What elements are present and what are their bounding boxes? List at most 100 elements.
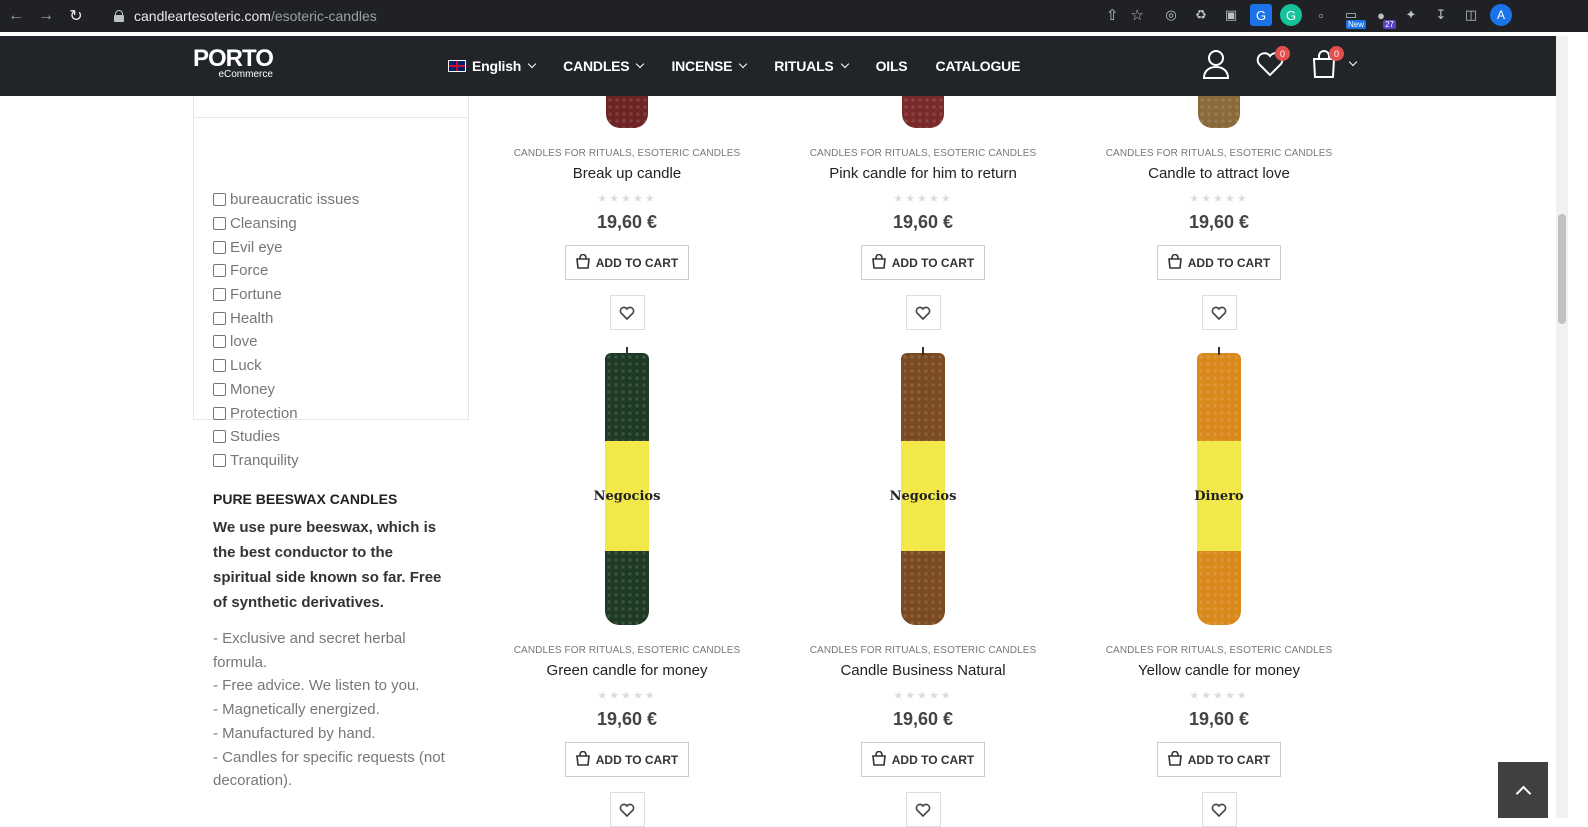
reload-icon[interactable]: ↻ [62, 2, 90, 30]
product-category[interactable]: CANDLES FOR RITUALS, ESOTERIC CANDLES [507, 645, 747, 656]
nav-candles[interactable]: CANDLES [563, 58, 645, 74]
recycle-extension-icon[interactable]: ♻ [1190, 4, 1212, 26]
nav-oils[interactable]: OILS [876, 58, 908, 74]
product-title[interactable]: Break up candle [507, 165, 747, 182]
back-arrow-icon[interactable]: ← [2, 2, 30, 30]
docs-extension-icon[interactable]: ▫ [1310, 4, 1332, 26]
cart-count-badge: 0 [1329, 46, 1344, 61]
filter-checkbox[interactable] [213, 430, 226, 444]
filter-item[interactable]: Protection [213, 401, 359, 425]
cart-bag-icon [871, 253, 886, 272]
filter-item[interactable]: Cleansing [213, 212, 359, 236]
add-to-wishlist-button[interactable] [609, 295, 645, 330]
cart-bag-icon[interactable]: 0 [1308, 46, 1344, 80]
download-icon[interactable]: ↧ [1430, 4, 1452, 26]
scrollbar-thumb[interactable] [1558, 214, 1566, 324]
translate-extension-icon[interactable]: G [1250, 4, 1272, 26]
filter-item[interactable]: Force [213, 259, 359, 283]
nav-catalogue[interactable]: CATALOGUE [935, 58, 1020, 74]
sidepanel-icon[interactable]: ◫ [1460, 4, 1482, 26]
filter-item[interactable]: Money [213, 378, 359, 402]
product-category[interactable]: CANDLES FOR RITUALS, ESOTERIC CANDLES [507, 148, 747, 159]
add-to-cart-button[interactable]: ADD TO CART [860, 245, 986, 280]
add-to-cart-button[interactable]: ADD TO CART [564, 245, 690, 280]
product-image[interactable] [507, 96, 747, 128]
filter-item[interactable]: Luck [213, 354, 359, 378]
chevron-down-icon [840, 59, 849, 69]
add-to-cart-button[interactable]: ADD TO CART [564, 742, 690, 777]
nav-rituals[interactable]: RITUALS [774, 58, 849, 74]
nav-incense-label: INCENSE [671, 58, 733, 74]
filter-checkbox[interactable] [213, 359, 226, 373]
filter-checkbox[interactable] [213, 453, 226, 467]
filter-label: Fortune [230, 286, 282, 304]
add-to-cart-button[interactable]: ADD TO CART [1156, 742, 1282, 777]
lock-icon[interactable] [114, 10, 124, 22]
add-to-wishlist-button[interactable] [1201, 792, 1237, 827]
filter-item[interactable]: love [213, 330, 359, 354]
site-logo[interactable]: PORTO eCommerce [193, 46, 274, 81]
filter-label: Force [230, 262, 269, 280]
product-title[interactable]: Pink candle for him to return [803, 165, 1043, 182]
product-rating: ★★★★★ [893, 193, 953, 205]
add-to-wishlist-button[interactable] [905, 295, 941, 330]
heart-icon [915, 803, 931, 817]
nav-incense[interactable]: INCENSE [671, 58, 748, 74]
filter-checkbox[interactable] [213, 335, 226, 349]
profile-avatar[interactable]: A [1490, 4, 1512, 26]
filter-checkbox[interactable] [213, 406, 226, 420]
product-title[interactable]: Yellow candle for money [1099, 662, 1339, 679]
chevron-down-icon[interactable] [1348, 57, 1358, 67]
filter-checkbox[interactable] [213, 217, 226, 231]
wishlist-heart-icon[interactable]: 0 [1254, 46, 1290, 80]
filter-checkbox[interactable] [213, 264, 226, 278]
filter-checkbox[interactable] [213, 311, 226, 325]
add-to-cart-button[interactable]: ADD TO CART [860, 742, 986, 777]
add-to-wishlist-button[interactable] [1201, 295, 1237, 330]
forward-arrow-icon[interactable]: → [32, 2, 60, 30]
filter-item[interactable]: Evil eye [213, 235, 359, 259]
filter-item[interactable]: Fortune [213, 283, 359, 307]
bookmark-star-icon[interactable]: ☆ [1131, 6, 1144, 24]
filter-checkbox[interactable] [213, 382, 226, 396]
filter-checkbox[interactable] [213, 193, 226, 207]
product-category[interactable]: CANDLES FOR RITUALS, ESOTERIC CANDLES [803, 148, 1043, 159]
count-badge: 27 [1383, 20, 1396, 29]
product-image[interactable]: Negocios [803, 347, 1043, 625]
add-to-wishlist-button[interactable] [609, 792, 645, 827]
scroll-to-top-button[interactable] [1498, 762, 1548, 818]
candle-label: Negocios [594, 441, 660, 551]
product-title[interactable]: Candle to attract love [1099, 165, 1339, 182]
product-image[interactable] [1099, 96, 1339, 128]
grammarly-extension-icon[interactable]: G [1280, 4, 1302, 26]
counter-extension-icon[interactable]: ● 27 [1370, 4, 1396, 29]
product-card: CANDLES FOR RITUALS, ESOTERIC CANDLES Ca… [1099, 96, 1339, 330]
filter-label: love [230, 333, 258, 351]
filter-checkbox[interactable] [213, 288, 226, 302]
filter-item[interactable]: Tranquility [213, 449, 359, 473]
globe-extension-icon[interactable]: ◎ [1160, 4, 1182, 26]
new-extension-icon[interactable]: ▭ New [1340, 4, 1366, 29]
filter-item[interactable]: Studies [213, 425, 359, 449]
product-image[interactable]: Dinero [1099, 347, 1339, 625]
add-to-wishlist-button[interactable] [905, 792, 941, 827]
address-bar[interactable]: candleartesoteric.com/esoteric-candles ⇧… [100, 2, 1150, 30]
product-title[interactable]: Green candle for money [507, 662, 747, 679]
user-account-icon[interactable] [1200, 48, 1232, 80]
page-scrollbar[interactable] [1556, 36, 1568, 818]
add-to-cart-button[interactable]: ADD TO CART [1156, 245, 1282, 280]
product-title[interactable]: Candle Business Natural [803, 662, 1043, 679]
product-image[interactable] [803, 96, 1043, 128]
product-category[interactable]: CANDLES FOR RITUALS, ESOTERIC CANDLES [803, 645, 1043, 656]
product-category[interactable]: CANDLES FOR RITUALS, ESOTERIC CANDLES [1099, 645, 1339, 656]
filter-item[interactable]: Health [213, 306, 359, 330]
filter-item[interactable]: bureaucratic issues [213, 188, 359, 212]
nav-language[interactable]: English [448, 58, 537, 74]
product-category[interactable]: CANDLES FOR RITUALS, ESOTERIC CANDLES [1099, 148, 1339, 159]
camera-extension-icon[interactable]: ▣ [1220, 4, 1242, 26]
puzzle-extensions-icon[interactable]: ✦ [1400, 4, 1422, 26]
filter-checkbox[interactable] [213, 240, 226, 254]
add-to-cart-label: ADD TO CART [891, 255, 975, 270]
share-icon[interactable]: ⇧ [1106, 6, 1119, 24]
product-image[interactable]: Negocios [507, 347, 747, 625]
